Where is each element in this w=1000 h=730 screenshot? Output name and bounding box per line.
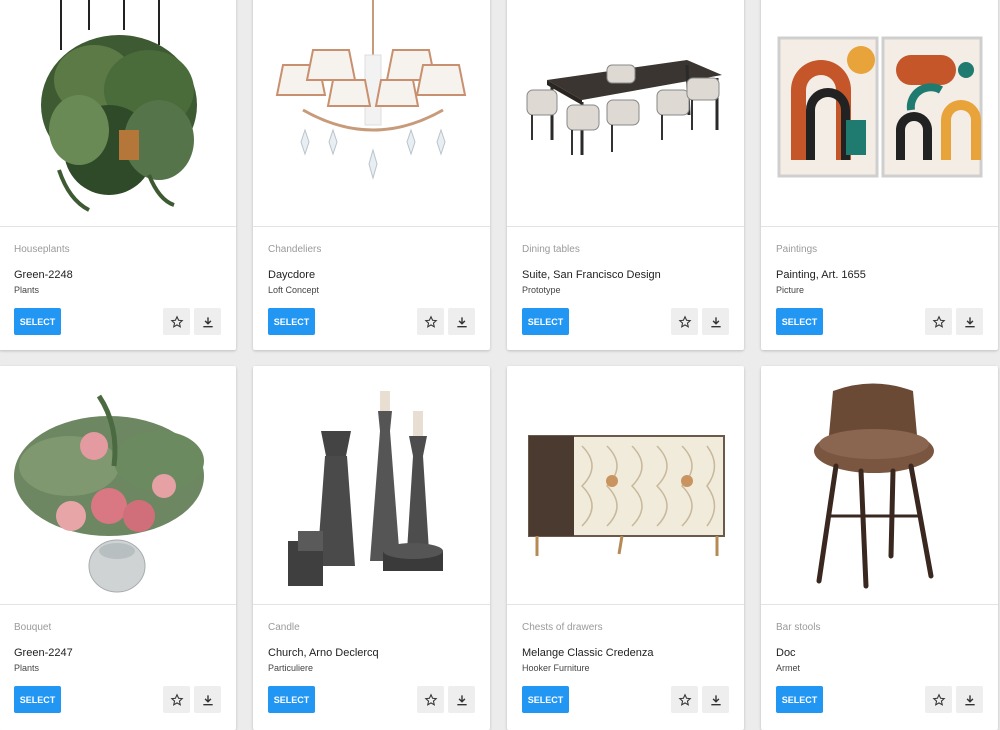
product-brand: Picture bbox=[776, 285, 805, 295]
star-outline-icon bbox=[170, 692, 183, 706]
product-name: Green-2248 bbox=[14, 269, 73, 281]
star-outline-icon bbox=[424, 692, 437, 706]
product-brand: Particuliere bbox=[268, 663, 314, 673]
product-image-credenza[interactable] bbox=[507, 366, 744, 605]
hanging-plant-image bbox=[41, 0, 197, 212]
favorite-button[interactable] bbox=[417, 686, 444, 713]
download-icon bbox=[964, 316, 975, 327]
product-brand: Prototype bbox=[522, 285, 561, 295]
select-button[interactable]: SELECT bbox=[522, 686, 569, 713]
product-name: Church, Arno Declercq bbox=[268, 647, 379, 659]
product-card[interactable]: Paintings Painting, Art. 1655 Picture SE… bbox=[761, 0, 998, 350]
download-icon bbox=[456, 316, 467, 327]
product-name: Painting, Art. 1655 bbox=[776, 269, 866, 281]
select-button[interactable]: SELECT bbox=[14, 686, 61, 713]
product-category: Houseplants bbox=[14, 244, 70, 255]
product-category: Chandeliers bbox=[268, 244, 322, 255]
select-button[interactable]: SELECT bbox=[268, 686, 315, 713]
chandelier-image bbox=[275, 0, 467, 180]
favorite-button[interactable] bbox=[417, 308, 444, 335]
product-image-flower-bouquet[interactable] bbox=[0, 366, 236, 605]
download-icon bbox=[710, 694, 721, 705]
download-button[interactable] bbox=[956, 308, 983, 335]
download-icon bbox=[456, 694, 467, 705]
favorite-button[interactable] bbox=[925, 686, 952, 713]
dining-set-image bbox=[526, 60, 722, 155]
product-brand: Armet bbox=[776, 663, 801, 673]
download-button[interactable] bbox=[448, 686, 475, 713]
product-category: Chests of drawers bbox=[522, 622, 603, 633]
download-button[interactable] bbox=[448, 308, 475, 335]
select-button[interactable]: SELECT bbox=[776, 308, 823, 335]
download-button[interactable] bbox=[194, 308, 221, 335]
favorite-button[interactable] bbox=[671, 308, 698, 335]
product-name: Suite, San Francisco Design bbox=[522, 269, 661, 281]
product-card[interactable]: Chests of drawers Melange Classic Creden… bbox=[507, 366, 744, 730]
download-button[interactable] bbox=[956, 686, 983, 713]
product-image-bar-stool[interactable] bbox=[761, 366, 998, 605]
product-brand: Plants bbox=[14, 663, 40, 673]
favorite-button[interactable] bbox=[163, 686, 190, 713]
product-image-hanging-plant[interactable] bbox=[0, 0, 236, 227]
download-button[interactable] bbox=[702, 686, 729, 713]
product-name: Melange Classic Credenza bbox=[522, 647, 654, 659]
download-icon bbox=[964, 694, 975, 705]
product-card[interactable]: Bar stools Doc Armet SELECT bbox=[761, 366, 998, 730]
select-button[interactable]: SELECT bbox=[268, 308, 315, 335]
product-image-chandelier[interactable] bbox=[253, 0, 490, 227]
product-image-candle-holders[interactable] bbox=[253, 366, 490, 605]
star-outline-icon bbox=[932, 314, 945, 328]
product-category: Dining tables bbox=[522, 244, 580, 255]
favorite-button[interactable] bbox=[163, 308, 190, 335]
product-card[interactable]: Bouquet Green-2247 Plants SELECT bbox=[0, 366, 236, 730]
product-brand: Hooker Furniture bbox=[522, 663, 590, 673]
download-button[interactable] bbox=[194, 686, 221, 713]
select-button[interactable]: SELECT bbox=[14, 308, 61, 335]
product-name: Daycdore bbox=[268, 269, 316, 281]
product-card[interactable]: Houseplants Green-2248 Plants SELECT bbox=[0, 0, 236, 350]
product-image-dining-set[interactable] bbox=[507, 0, 744, 227]
download-button[interactable] bbox=[702, 308, 729, 335]
candle-holders-image bbox=[288, 391, 443, 586]
favorite-button[interactable] bbox=[925, 308, 952, 335]
star-outline-icon bbox=[424, 314, 437, 328]
product-name: Green-2247 bbox=[14, 647, 73, 659]
download-icon bbox=[710, 316, 721, 327]
flower-bouquet-image bbox=[14, 394, 204, 593]
product-category: Candle bbox=[268, 622, 300, 633]
download-icon bbox=[202, 316, 213, 327]
credenza-image bbox=[528, 435, 725, 556]
product-brand: Loft Concept bbox=[268, 285, 320, 295]
star-outline-icon bbox=[678, 314, 691, 328]
product-category: Bar stools bbox=[776, 622, 821, 633]
product-card[interactable]: Candle Church, Arno Declercq Particulier… bbox=[253, 366, 490, 730]
product-category: Bouquet bbox=[14, 622, 52, 633]
product-brand: Plants bbox=[14, 285, 40, 295]
download-icon bbox=[202, 694, 213, 705]
star-outline-icon bbox=[170, 314, 183, 328]
product-name: Doc bbox=[776, 647, 796, 659]
bar-stool-image bbox=[814, 383, 934, 589]
select-button[interactable]: SELECT bbox=[776, 686, 823, 713]
favorite-button[interactable] bbox=[671, 686, 698, 713]
select-button[interactable]: SELECT bbox=[522, 308, 569, 335]
star-outline-icon bbox=[932, 692, 945, 706]
product-card[interactable]: Dining tables Suite, San Francisco Desig… bbox=[507, 0, 744, 350]
star-outline-icon bbox=[678, 692, 691, 706]
product-category: Paintings bbox=[776, 244, 818, 255]
product-card[interactable]: Chandeliers Daycdore Loft Concept SELECT bbox=[253, 0, 490, 350]
abstract-paintings-image bbox=[777, 36, 983, 178]
product-image-abstract-paintings[interactable] bbox=[761, 0, 998, 227]
